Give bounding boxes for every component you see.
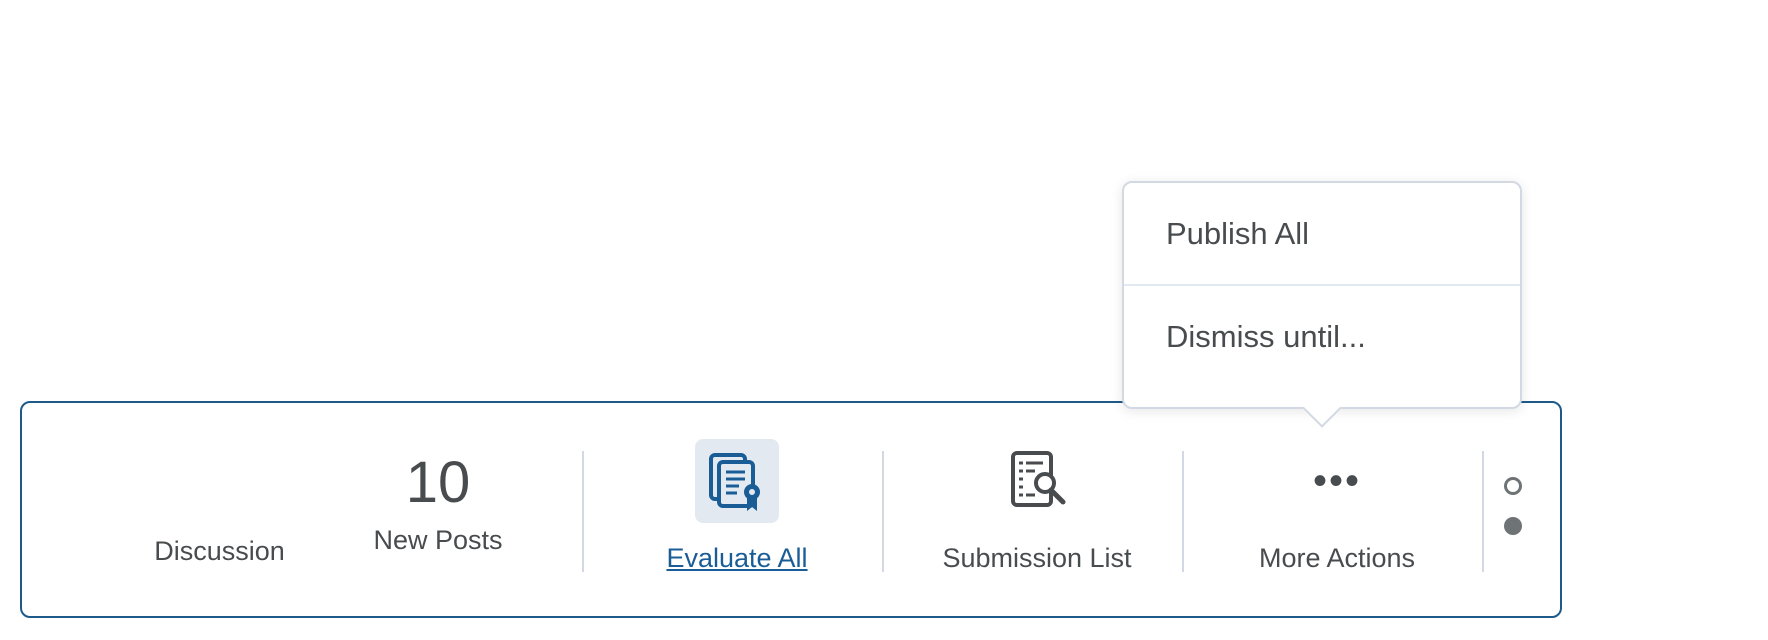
more-actions-label[interactable]: More Actions	[1188, 543, 1486, 574]
evaluate-all-button[interactable]: Evaluate All	[588, 403, 886, 616]
menu-item-dismiss-until[interactable]: Dismiss until...	[1124, 284, 1520, 387]
activity-stage: Discussion 10 New Posts Evaluate All Sub…	[0, 0, 1768, 640]
evaluate-all-icon	[695, 439, 779, 523]
activity-card: Discussion 10 New Posts Evaluate All Sub…	[20, 401, 1562, 618]
more-actions-button[interactable]: ••• More Actions	[1188, 403, 1486, 616]
activity-type-label: Discussion	[154, 536, 285, 566]
pager-dot-2[interactable]	[1504, 517, 1522, 535]
divider	[882, 451, 884, 572]
new-posts-count: 10	[405, 450, 471, 515]
new-posts-label: New Posts	[373, 525, 503, 555]
menu-item-publish-all[interactable]: Publish All	[1124, 183, 1520, 284]
pager-dot-1[interactable]	[1504, 477, 1522, 495]
submission-list-label[interactable]: Submission List	[888, 543, 1186, 574]
more-actions-icon: •••	[1312, 459, 1361, 503]
evaluate-all-label[interactable]: Evaluate All	[588, 543, 886, 574]
divider	[1482, 451, 1484, 572]
divider	[1182, 451, 1184, 572]
submission-list-icon	[995, 439, 1079, 523]
more-actions-menu: Publish All Dismiss until...	[1122, 181, 1522, 428]
carousel-pager	[1504, 477, 1528, 557]
divider	[582, 451, 584, 572]
submission-list-button[interactable]: Submission List	[888, 403, 1186, 616]
